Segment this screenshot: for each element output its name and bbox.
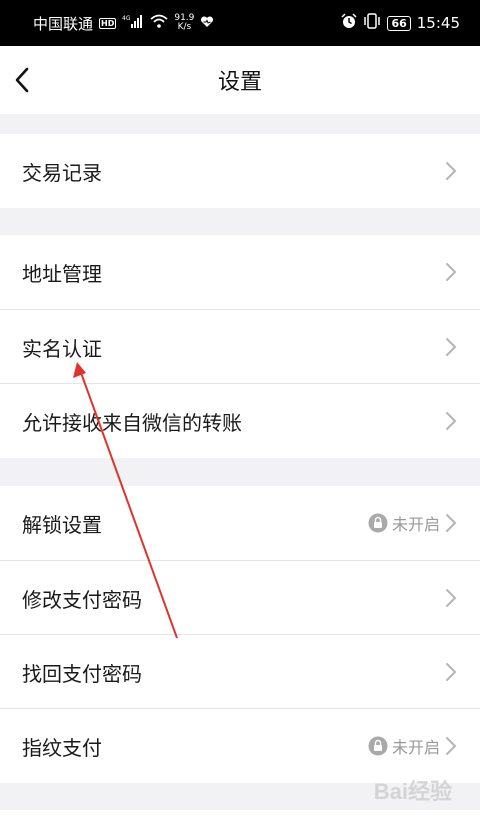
carrier-label: 中国联通 — [33, 14, 94, 33]
back-button[interactable] — [6, 60, 38, 100]
lock-icon — [368, 736, 388, 756]
row-transaction-records[interactable]: 交易记录 — [0, 134, 480, 208]
row-label: 修改支付密码 — [22, 587, 142, 612]
row-right — [444, 410, 458, 432]
row-label: 指纹支付 — [22, 735, 102, 760]
heart-icon — [200, 14, 214, 32]
row-address-management[interactable]: 地址管理 — [0, 235, 480, 309]
status-right: 66 15:45 — [341, 13, 460, 33]
clock: 15:45 — [416, 14, 460, 32]
battery-icon: 66 — [387, 15, 411, 31]
row-right — [444, 261, 458, 283]
section-security: 解锁设置 未开启 修改支付密码 找回支付密码 指纹支付 未开启 — [0, 486, 480, 783]
row-fingerprint-payment[interactable]: 指纹支付 未开启 — [0, 709, 480, 783]
row-change-payment-password[interactable]: 修改支付密码 — [0, 561, 480, 635]
section-bottom-partial — [0, 810, 480, 828]
row-unlock-settings[interactable]: 解锁设置 未开启 — [0, 486, 480, 560]
row-right — [444, 587, 458, 609]
watermark-logo: Bai经验 — [373, 779, 452, 804]
net-speed: 91.9 K/s — [174, 14, 194, 32]
signal-icon: 4G — [122, 14, 144, 32]
row-right — [444, 336, 458, 358]
row-label: 实名认证 — [22, 336, 102, 361]
net-speed-unit: K/s — [177, 22, 192, 32]
row-label: 允许接收来自微信的转账 — [22, 410, 242, 435]
row-label: 交易记录 — [22, 160, 102, 185]
chevron-right-icon — [446, 263, 457, 281]
chevron-right-icon — [446, 589, 457, 607]
row-right: 未开启 — [368, 511, 458, 535]
section-transactions: 交易记录 — [0, 134, 480, 208]
chevron-right-icon — [446, 514, 457, 532]
alarm-icon — [341, 13, 357, 33]
row-right — [444, 661, 458, 683]
row-right — [444, 160, 458, 182]
row-label: 地址管理 — [22, 261, 102, 286]
chevron-right-icon — [446, 162, 457, 180]
row-wechat-transfer[interactable]: 允许接收来自微信的转账 — [0, 384, 480, 458]
wifi-icon — [150, 14, 168, 32]
chevron-left-icon — [15, 67, 29, 93]
chevron-right-icon — [446, 737, 457, 755]
page-title: 设置 — [217, 70, 262, 95]
chevron-right-icon — [446, 412, 457, 430]
hd-badge: HD — [99, 17, 117, 29]
chevron-right-icon — [446, 338, 457, 356]
section-account: 地址管理 实名认证 允许接收来自微信的转账 — [0, 235, 480, 458]
status-text: 未开启 — [391, 738, 440, 757]
chevron-right-icon — [446, 663, 457, 681]
row-label: 解锁设置 — [22, 512, 102, 537]
status-text: 未开启 — [391, 515, 440, 534]
row-recover-payment-password[interactable]: 找回支付密码 — [0, 635, 480, 709]
status-left: 中国联通 HD 4G 91.9 K/s — [33, 13, 214, 34]
vibrate-icon — [363, 13, 381, 33]
row-real-name-verification[interactable]: 实名认证 — [0, 310, 480, 384]
row-right: 未开启 — [368, 734, 458, 758]
nav-bar: 设置 — [0, 46, 480, 114]
row-label: 找回支付密码 — [22, 661, 142, 686]
svg-text:4G: 4G — [122, 15, 131, 22]
status-bar: 中国联通 HD 4G 91.9 K/s 66 15:45 — [0, 0, 480, 46]
lock-icon — [368, 513, 388, 533]
